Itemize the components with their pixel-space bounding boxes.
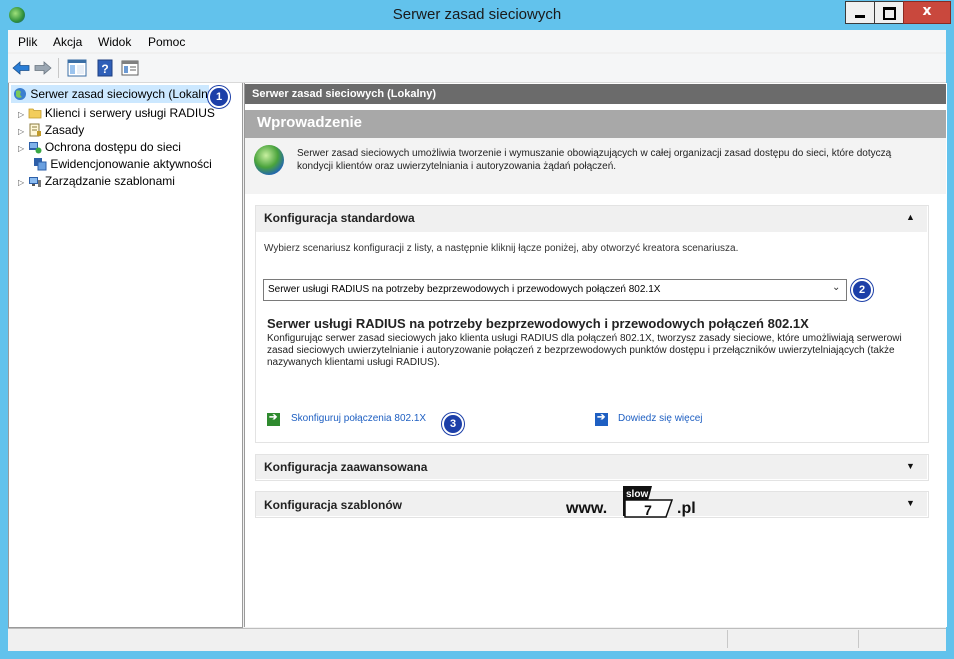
scenario-title: Serwer usługi RADIUS na potrzeby bezprze… xyxy=(267,316,809,331)
standard-config-title: Konfiguracja standardowa xyxy=(264,211,415,225)
tree-item-label: Serwer zasad sieciowych (Lokalny) xyxy=(30,87,218,101)
collapse-arrow-icon[interactable]: ▲ xyxy=(906,212,915,222)
status-cell xyxy=(858,630,946,648)
callout-badge-2: 2 xyxy=(851,279,873,301)
scenario-dropdown-value: Serwer usługi RADIUS na potrzeby bezprze… xyxy=(268,284,661,295)
maximize-icon xyxy=(883,7,896,20)
tree-item-accounting[interactable]: Ewidencjonowanie aktywności xyxy=(33,157,212,171)
tree-item-label: Zasady xyxy=(44,123,85,137)
configure-arrow-icon[interactable]: ➔ xyxy=(267,412,280,426)
templates-config-title: Konfiguracja szablonów xyxy=(264,498,403,512)
watermark-prefix: www. xyxy=(566,500,608,517)
chevron-down-icon[interactable]: ⌄ xyxy=(832,282,840,293)
close-button[interactable]: x xyxy=(903,1,951,24)
intro-description: Serwer zasad sieciowych umożliwia tworze… xyxy=(297,148,892,172)
expand-arrow-icon[interactable]: ▷ xyxy=(18,110,24,119)
menu-akcja[interactable]: Akcja xyxy=(53,35,82,49)
tree-item-nap[interactable]: ▷ Ochrona dostępu do sieci xyxy=(18,140,181,154)
callout-badge-3: 3 xyxy=(442,413,464,435)
nap-icon xyxy=(28,142,41,154)
policy-icon xyxy=(29,123,41,137)
watermark-logo: slow 7 xyxy=(623,486,674,518)
tree-item-label: Ochrona dostępu do sieci xyxy=(44,140,181,154)
tree-item-radius[interactable]: ▷ Klienci i serwery usługi RADIUS xyxy=(18,106,215,120)
minimize-button[interactable] xyxy=(845,1,875,24)
status-cell xyxy=(727,630,858,648)
advanced-config-title: Konfiguracja zaawansowana xyxy=(264,460,428,474)
svg-text:?: ? xyxy=(101,62,108,76)
learn-more-link[interactable]: Dowiedz się więcej xyxy=(618,413,702,424)
configure-8021x-link[interactable]: Skonfiguruj połączenia 802.1X xyxy=(291,413,426,424)
properties-icon[interactable] xyxy=(121,59,139,77)
intro-title: Wprowadzenie xyxy=(257,114,363,131)
back-arrow-icon[interactable] xyxy=(12,59,30,77)
minimize-icon xyxy=(855,15,865,18)
window-title: Serwer zasad sieciowych xyxy=(392,6,562,23)
show-tree-icon[interactable] xyxy=(67,59,87,77)
forward-arrow-icon[interactable] xyxy=(34,59,52,77)
tree-item-label: Klienci i serwery usługi RADIUS xyxy=(44,106,215,120)
folder-icon xyxy=(28,108,41,119)
help-icon[interactable]: ? xyxy=(97,59,113,77)
nps-globe-icon xyxy=(14,88,26,100)
menu-pomoc[interactable]: Pomoc xyxy=(148,35,185,49)
menu-widok[interactable]: Widok xyxy=(98,35,131,49)
toolbar-separator xyxy=(58,58,59,78)
close-icon: x xyxy=(922,3,932,19)
watermark-logo-top: slow xyxy=(626,489,648,500)
standard-config-description: Wybierz scenariusz konfiguracji z listy,… xyxy=(264,243,739,254)
accounting-icon xyxy=(34,158,47,171)
watermark-logo-num: 7 xyxy=(644,502,652,518)
watermark-suffix: .pl xyxy=(677,500,696,517)
maximize-button[interactable] xyxy=(874,1,904,24)
tree-item-root[interactable]: Serwer zasad sieciowych (Lokalny) xyxy=(13,87,218,101)
menu-plik[interactable]: Plik xyxy=(18,35,37,49)
scenario-description: Konfigurując serwer zasad sieciowych jak… xyxy=(267,333,902,368)
toolbar xyxy=(8,54,946,83)
expand-arrow-icon[interactable]: ▼ xyxy=(906,461,915,471)
templates-icon xyxy=(28,177,41,187)
tree-item-zasady[interactable]: ▷ Zasady xyxy=(18,123,84,137)
expand-arrow-icon[interactable]: ▼ xyxy=(906,498,915,508)
tree-item-templates[interactable]: ▷ Zarządzanie szablonami xyxy=(18,174,175,188)
details-header-title: Serwer zasad sieciowych (Lokalny) xyxy=(252,88,437,100)
callout-badge-1: 1 xyxy=(208,86,230,108)
tree-item-label: Zarządzanie szablonami xyxy=(44,174,175,188)
tree-item-label: Ewidencjonowanie aktywności xyxy=(50,157,212,171)
expand-arrow-icon[interactable]: ▷ xyxy=(18,144,24,153)
learn-more-arrow-icon[interactable]: ➔ xyxy=(595,412,608,426)
expand-arrow-icon[interactable]: ▷ xyxy=(18,178,24,187)
nps-globe-large-icon xyxy=(254,145,284,175)
expand-arrow-icon[interactable]: ▷ xyxy=(18,127,24,136)
